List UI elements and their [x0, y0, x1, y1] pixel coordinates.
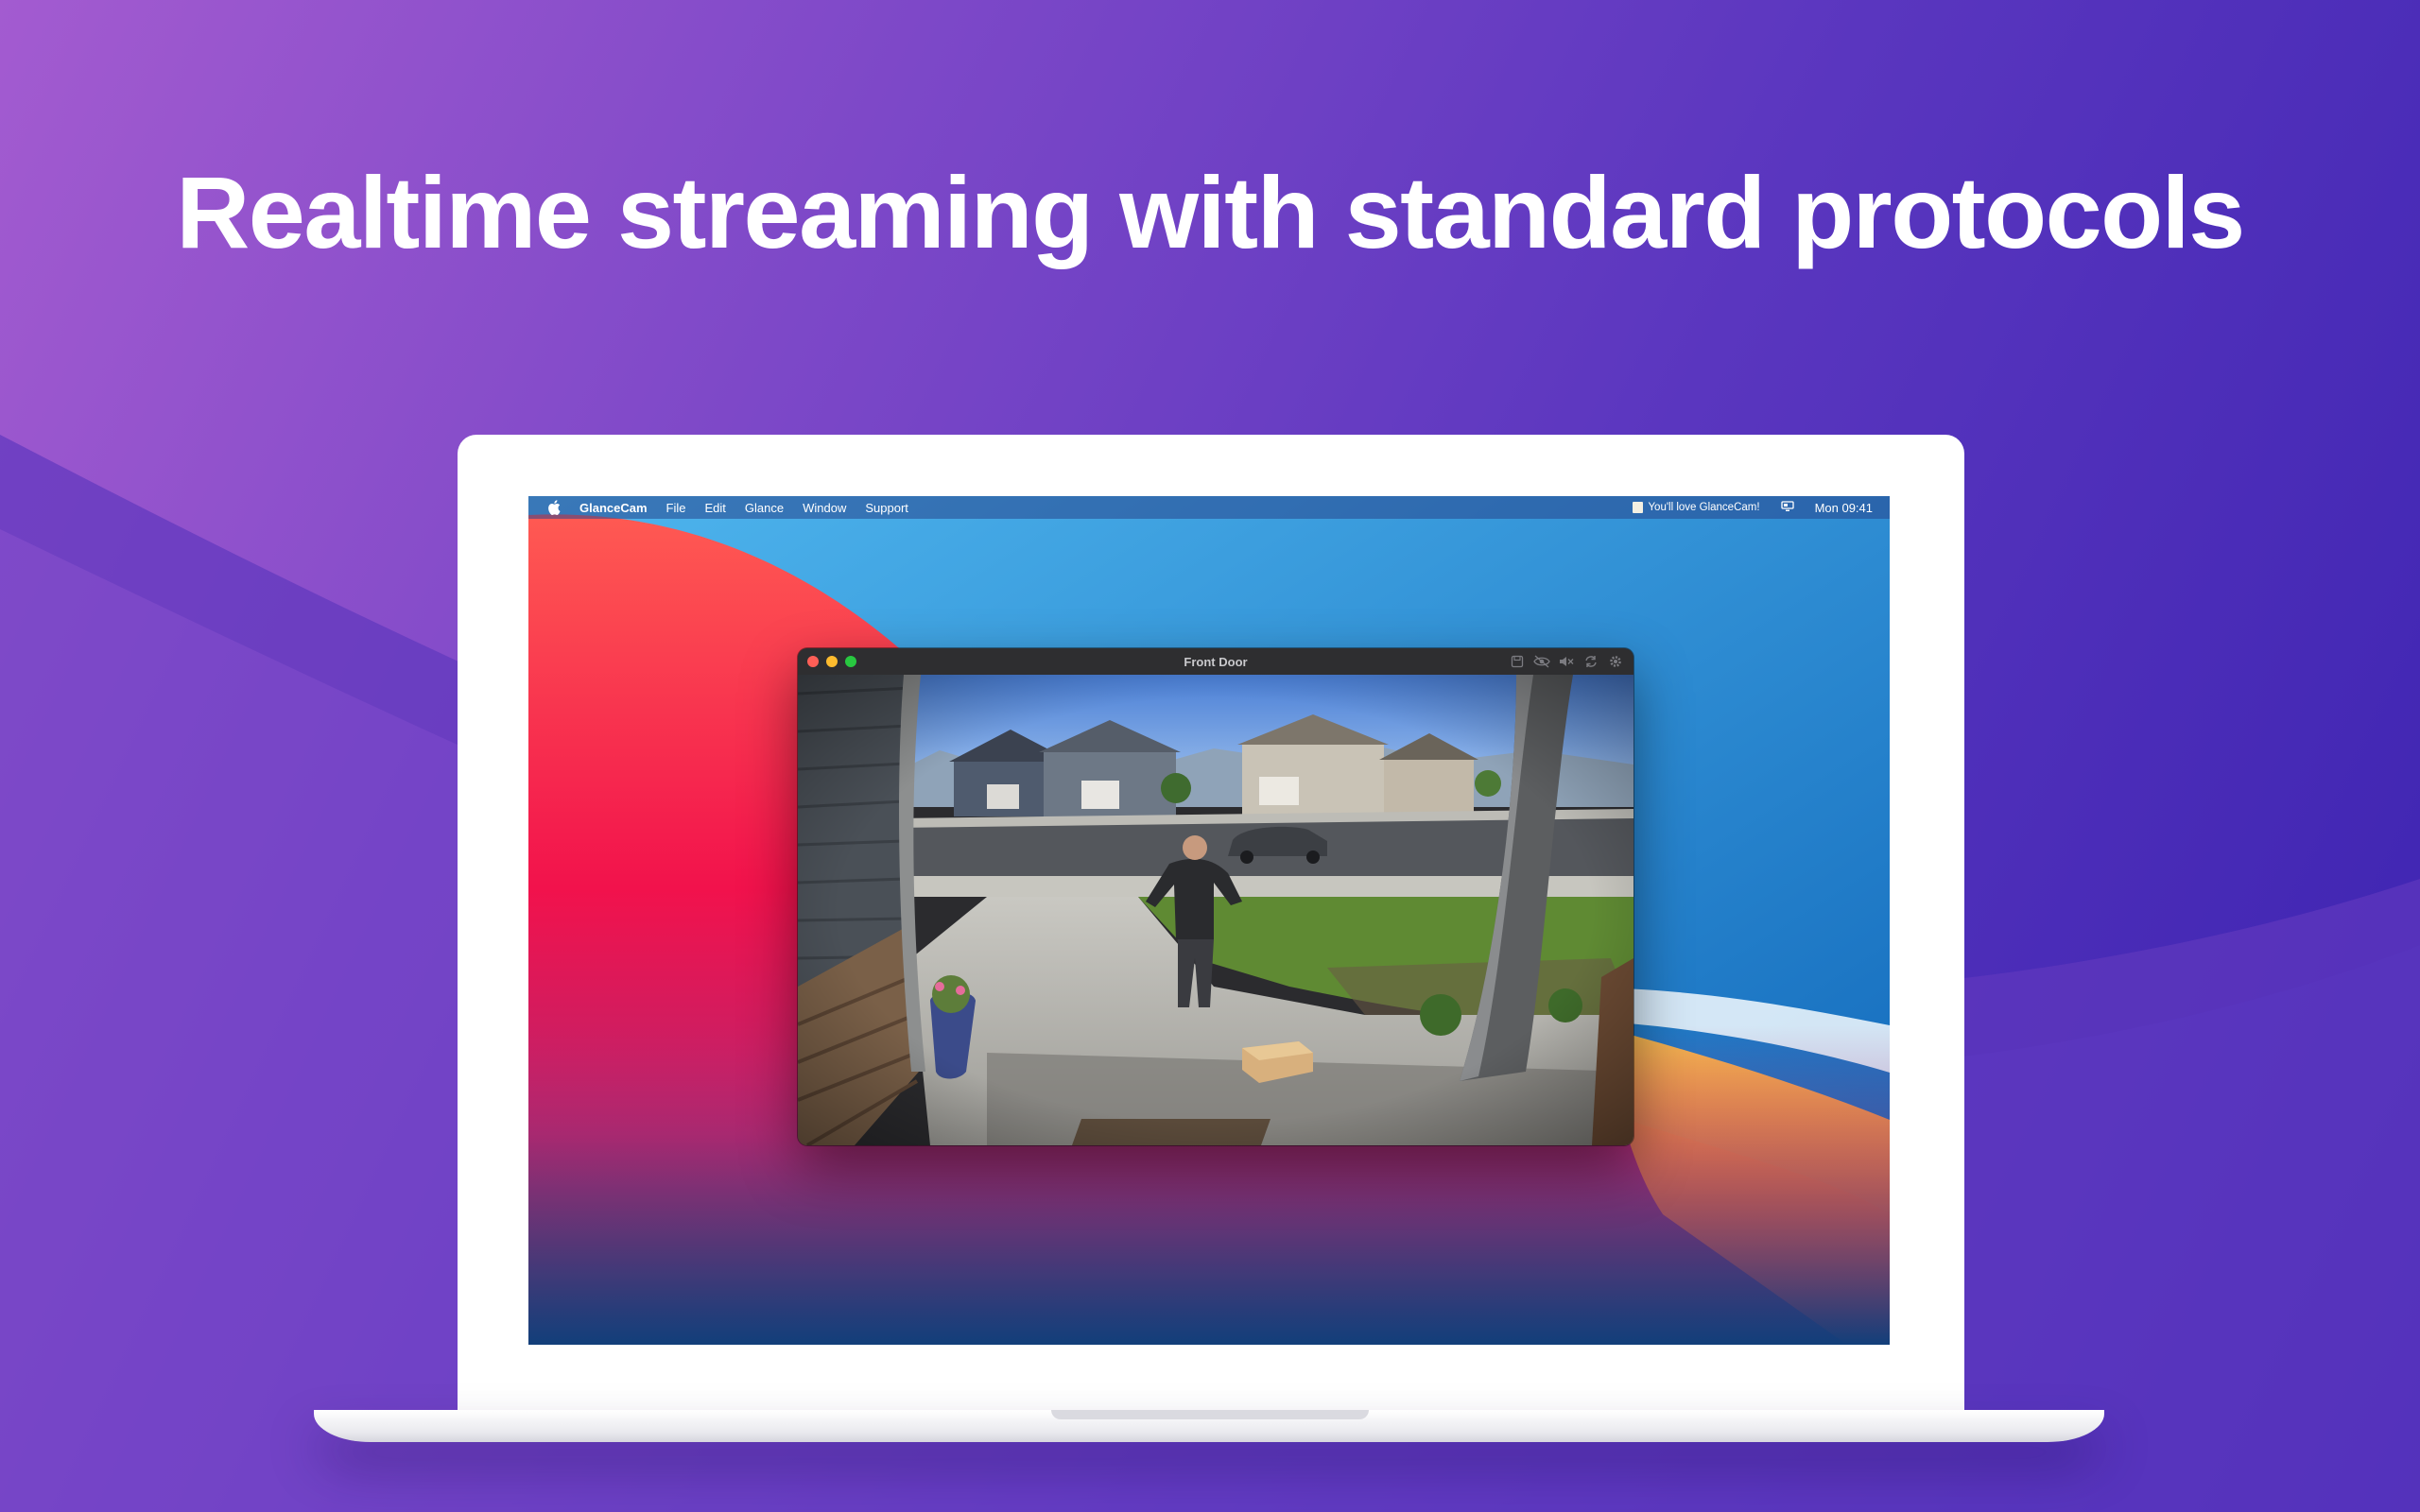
close-button[interactable]	[807, 656, 819, 667]
save-icon[interactable]	[1509, 653, 1526, 670]
apple-logo-icon[interactable]	[547, 500, 561, 515]
menu-window[interactable]: Window	[803, 501, 846, 515]
camera-window: Front Door	[798, 648, 1634, 1145]
menubar-clock[interactable]: Mon 09:41	[1815, 501, 1873, 515]
menu-bar: GlanceCam File Edit Glance Window Suppor…	[528, 496, 1890, 519]
refresh-icon[interactable]	[1582, 653, 1599, 670]
memo-icon	[1633, 502, 1644, 513]
menubar-promo-text: You'll love GlanceCam!	[1648, 502, 1760, 513]
menu-app-name[interactable]: GlanceCam	[579, 501, 648, 515]
zoom-button[interactable]	[845, 656, 856, 667]
menu-glance[interactable]: Glance	[745, 501, 784, 515]
headline: Realtime streaming with standard protoco…	[176, 155, 2245, 269]
menu-edit[interactable]: Edit	[705, 501, 726, 515]
hide-icon[interactable]	[1533, 653, 1550, 670]
front-door-camera-feed[interactable]	[798, 675, 1634, 1145]
window-titlebar[interactable]: Front Door	[798, 648, 1634, 676]
menubar-display-icon[interactable]	[1780, 500, 1794, 515]
mute-icon[interactable]	[1558, 653, 1575, 670]
menu-support[interactable]: Support	[865, 501, 908, 515]
laptop-notch	[1051, 1410, 1369, 1419]
menubar-promo[interactable]: You'll love GlanceCam!	[1633, 502, 1760, 513]
menu-file[interactable]: File	[666, 501, 686, 515]
desktop-screen: GlanceCam File Edit Glance Window Suppor…	[528, 496, 1890, 1345]
gear-icon[interactable]	[1607, 653, 1624, 670]
minimize-button[interactable]	[826, 656, 838, 667]
